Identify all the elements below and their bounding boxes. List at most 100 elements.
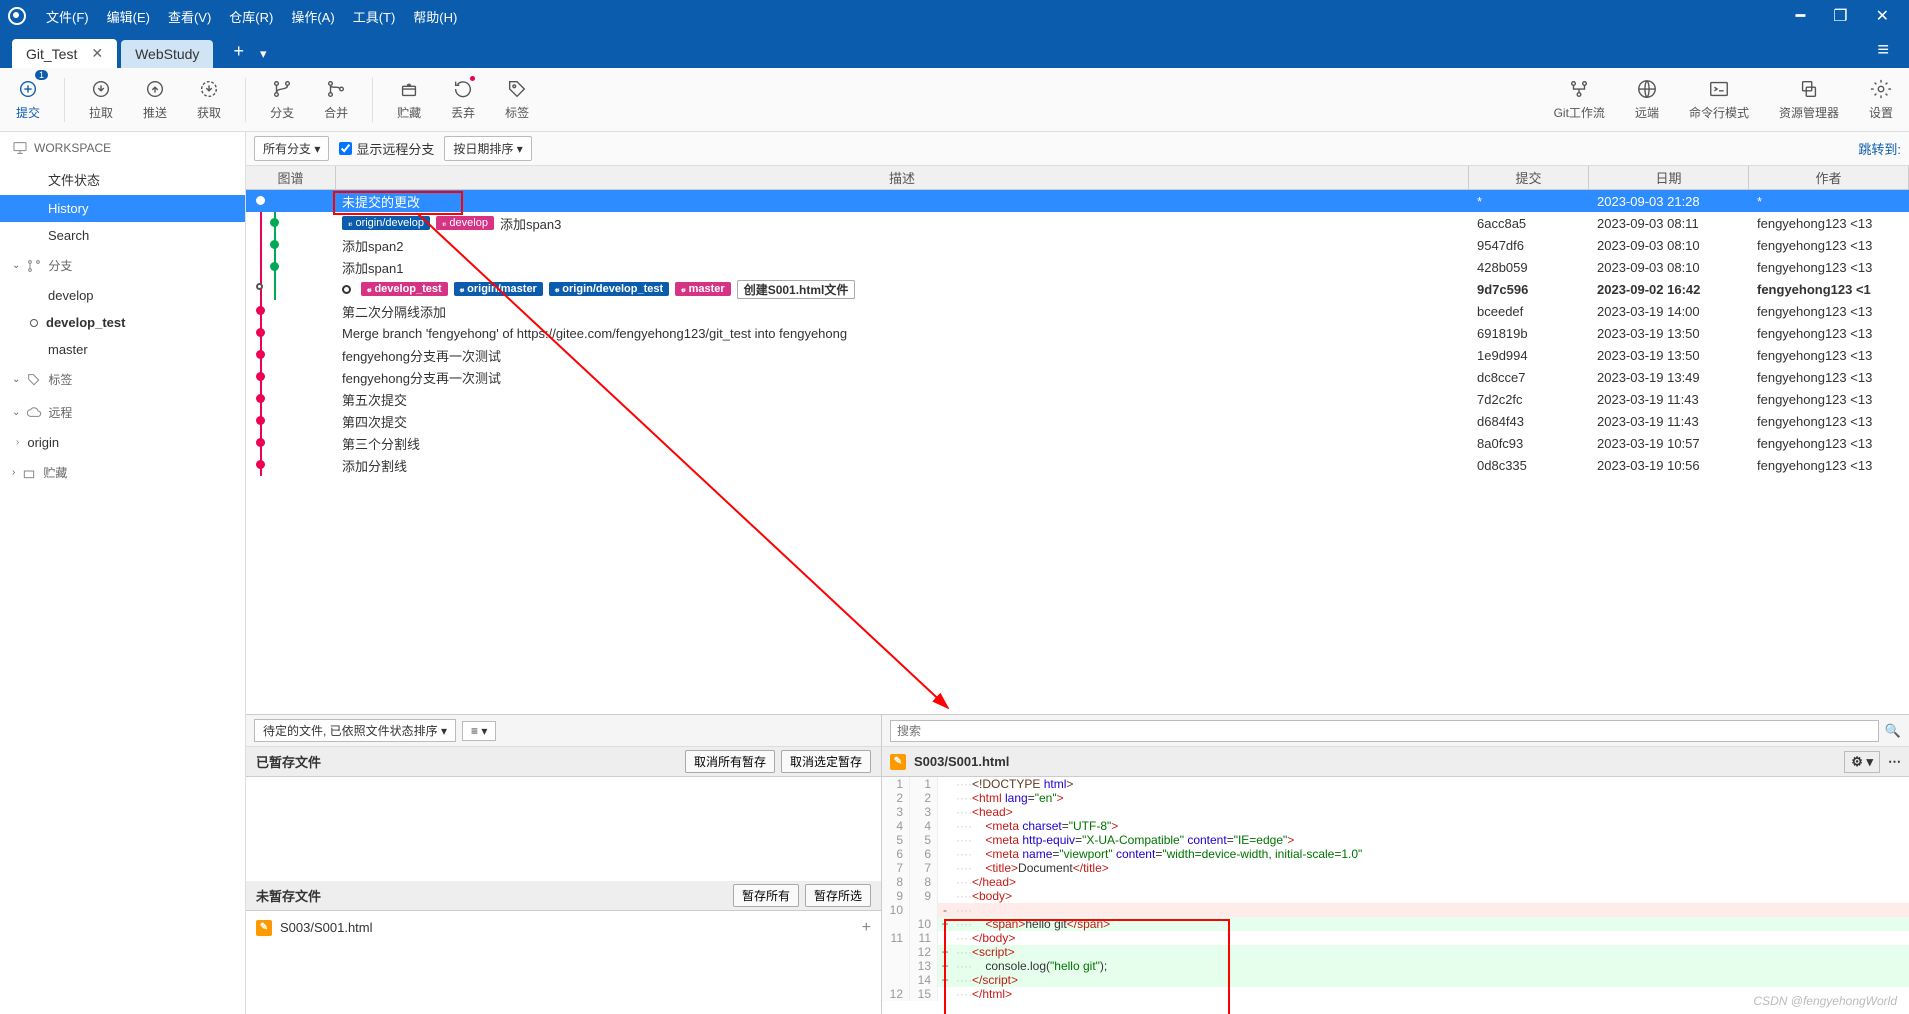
watermark: CSDN @fengyehongWorld	[1753, 994, 1897, 1008]
menu-repo[interactable]: 仓库(R)	[229, 7, 273, 26]
tab-label: Git_Test	[26, 46, 77, 62]
diff-line: 13+···· console.log("hello git");	[882, 959, 1909, 973]
sidebar-item-filestatus[interactable]: 文件状态	[0, 164, 245, 195]
staging-pane: 待定的文件, 已依照文件状态排序 ▾ ≡ ▾ 已暂存文件 取消所有暂存 取消选定…	[246, 715, 882, 1014]
chevron-down-icon: ⌄	[12, 407, 20, 418]
close-icon[interactable]: ✕	[1876, 6, 1889, 26]
unstaged-files-list[interactable]: ✎ S003/S001.html +	[246, 911, 881, 1014]
jump-to-link[interactable]: 跳转到:	[1858, 139, 1901, 158]
menu-view[interactable]: 查看(V)	[168, 7, 211, 26]
unstage-selected-button[interactable]: 取消选定暂存	[781, 750, 871, 773]
discard-button[interactable]: 丢弃	[441, 74, 485, 125]
col-commit[interactable]: 提交	[1469, 166, 1589, 189]
commits-list[interactable]: 未提交的更改*2023-09-03 21:28*𝓋 origin/develop…	[246, 190, 1909, 714]
tab-close-icon[interactable]: ✕	[91, 45, 103, 62]
stash-button[interactable]: 贮藏	[387, 74, 431, 125]
diff-line: 77···· <title>Document</title>	[882, 861, 1909, 875]
commit-row[interactable]: 第四次提交d684f432023-03-19 11:43fengyehong12…	[246, 410, 1909, 432]
stage-all-button[interactable]: 暂存所有	[733, 884, 799, 907]
stash-icon	[21, 465, 37, 481]
workspace-header[interactable]: WORKSPACE	[0, 132, 245, 164]
stashes-header[interactable]: › 贮藏	[0, 456, 245, 489]
sort-select[interactable]: 按日期排序 ▾	[444, 136, 531, 161]
tab-add-button[interactable]: +	[225, 41, 252, 68]
commit-row[interactable]: 𝓋 develop_test𝓋 origin/master𝓋 origin/de…	[246, 278, 1909, 300]
bottom-split: 待定的文件, 已依照文件状态排序 ▾ ≡ ▾ 已暂存文件 取消所有暂存 取消选定…	[246, 714, 1909, 1014]
tag-button[interactable]: 标签	[495, 74, 539, 125]
commit-row[interactable]: 第二次分隔线添加bceedef2023-03-19 14:00fengyehon…	[246, 300, 1909, 322]
settings-button[interactable]: 设置	[1859, 74, 1903, 125]
modified-file-icon: ✎	[890, 754, 906, 770]
file-item[interactable]: ✎ S003/S001.html +	[254, 915, 873, 941]
remotes-header[interactable]: ⌄ 远程	[0, 396, 245, 429]
col-date[interactable]: 日期	[1589, 166, 1749, 189]
search-icon[interactable]: 🔍	[1885, 723, 1901, 739]
commit-row[interactable]: Merge branch 'fengyehong' of https://git…	[246, 322, 1909, 344]
tab-webstudy[interactable]: WebStudy	[121, 40, 213, 68]
sidebar-branch-develop-test[interactable]: develop_test	[0, 309, 245, 336]
diff-line: 14+····</script>	[882, 973, 1909, 987]
commit-row[interactable]: 添加span1428b0592023-09-03 08:10fengyehong…	[246, 256, 1909, 278]
tags-header[interactable]: ⌄ 标签	[0, 363, 245, 396]
diff-more-button[interactable]: ⋯	[1888, 754, 1901, 770]
unstaged-header: 未暂存文件 暂存所有 暂存所选	[246, 881, 881, 911]
branches-header[interactable]: ⌄ 分支	[0, 249, 245, 282]
stage-file-button[interactable]: +	[862, 919, 871, 937]
commit-row[interactable]: 添加分割线0d8c3352023-03-19 10:56fengyehong12…	[246, 454, 1909, 476]
toolbar: 1 提交 拉取 推送 获取 分支 合并 贮藏 丢弃 标签 Git工作流 远端 命…	[0, 68, 1909, 132]
file-path: S003/S001.html	[280, 920, 373, 935]
tab-git-test[interactable]: Git_Test ✕	[12, 39, 117, 68]
commit-button[interactable]: 1 提交	[6, 74, 50, 125]
commit-row[interactable]: 第五次提交7d2c2fc2023-03-19 11:43fengyehong12…	[246, 388, 1909, 410]
menu-action[interactable]: 操作(A)	[291, 7, 334, 26]
unstage-all-button[interactable]: 取消所有暂存	[685, 750, 775, 773]
staged-files-list[interactable]	[246, 777, 881, 881]
show-remote-checkbox[interactable]: 显示远程分支	[339, 139, 434, 158]
commit-row[interactable]: 第三个分割线8a0fc932023-03-19 10:57fengyehong1…	[246, 432, 1909, 454]
fetch-button[interactable]: 获取	[187, 74, 231, 125]
col-graph[interactable]: 图谱	[246, 166, 336, 189]
commit-row[interactable]: fengyehong分支再一次测试1e9d9942023-03-19 13:50…	[246, 344, 1909, 366]
diff-line: 10-····	[882, 903, 1909, 917]
menu-tools[interactable]: 工具(T)	[353, 7, 396, 26]
sidebar-item-history[interactable]: History	[0, 195, 245, 222]
stage-selected-button[interactable]: 暂存所选	[805, 884, 871, 907]
push-button[interactable]: 推送	[133, 74, 177, 125]
file-sort-select[interactable]: 待定的文件, 已依照文件状态排序 ▾	[254, 719, 456, 742]
diff-line: 12+····<script>	[882, 945, 1909, 959]
sidebar-branch-develop[interactable]: develop	[0, 282, 245, 309]
hamburger-icon[interactable]: ≡	[1869, 39, 1897, 68]
col-author[interactable]: 作者	[1749, 166, 1909, 189]
col-desc[interactable]: 描述	[336, 166, 1469, 189]
remote-button[interactable]: 远端	[1625, 74, 1669, 125]
staging-toolbar: 待定的文件, 已依照文件状态排序 ▾ ≡ ▾	[246, 715, 881, 747]
menu-edit[interactable]: 编辑(E)	[107, 7, 150, 26]
maximize-icon[interactable]: ❐	[1833, 6, 1847, 26]
sidebar-branch-master[interactable]: master	[0, 336, 245, 363]
sidebar-item-search[interactable]: Search	[0, 222, 245, 249]
explorer-button[interactable]: 资源管理器	[1769, 74, 1849, 125]
commit-row[interactable]: 未提交的更改*2023-09-03 21:28*	[246, 190, 1909, 212]
gitflow-button[interactable]: Git工作流	[1544, 74, 1615, 125]
diff-line: 10+···· <span>hello git</span>	[882, 917, 1909, 931]
sidebar-remote-origin[interactable]: › origin	[0, 429, 245, 456]
minimize-icon[interactable]: ━	[1796, 6, 1806, 26]
terminal-button[interactable]: 命令行模式	[1679, 74, 1759, 125]
merge-button[interactable]: 合并	[314, 74, 358, 125]
commit-row[interactable]: 𝓋 origin/develop𝓋 develop添加span36acc8a52…	[246, 212, 1909, 234]
tab-label: WebStudy	[135, 46, 199, 62]
branch-filter-select[interactable]: 所有分支 ▾	[254, 136, 329, 161]
diff-settings-button[interactable]: ⚙ ▾	[1844, 751, 1880, 773]
commit-row[interactable]: fengyehong分支再一次测试dc8cce72023-03-19 13:49…	[246, 366, 1909, 388]
view-mode-select[interactable]: ≡ ▾	[462, 721, 496, 741]
diff-content[interactable]: 11····<!DOCTYPE html>22····<html lang="e…	[882, 777, 1909, 1014]
menu-file[interactable]: 文件(F)	[46, 7, 89, 26]
current-branch-icon	[30, 319, 38, 327]
commit-row[interactable]: 添加span29547df62023-09-03 08:10fengyehong…	[246, 234, 1909, 256]
diff-line: 88····</head>	[882, 875, 1909, 889]
menu-help[interactable]: 帮助(H)	[413, 7, 457, 26]
branch-button[interactable]: 分支	[260, 74, 304, 125]
diff-search-input[interactable]	[890, 720, 1879, 742]
pull-button[interactable]: 拉取	[79, 74, 123, 125]
tab-more-icon[interactable]: ▾	[256, 46, 271, 68]
